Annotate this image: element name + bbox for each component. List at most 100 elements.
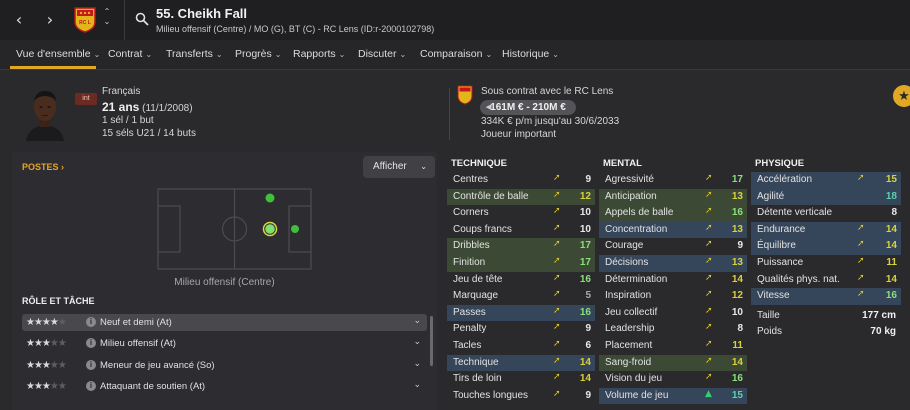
- trend-arrow-icon: ➚: [553, 173, 561, 183]
- physique-title: PHYSIQUE: [755, 158, 805, 169]
- tab-label: Comparaison: [420, 48, 483, 60]
- height-value: 177 cm: [862, 310, 896, 321]
- chevron-down-icon: ⌄: [145, 50, 153, 59]
- info-icon: i: [86, 381, 96, 391]
- chevron-right-icon[interactable]: ›: [42, 11, 58, 29]
- chevron-down-icon: ⌄: [338, 50, 346, 59]
- attribute-row[interactable]: Dribbles ➚ 17: [447, 238, 595, 255]
- role-row[interactable]: ★★★★★ i Neuf et demi (At) ⌄: [22, 314, 427, 331]
- chevron-right-icon: ›: [61, 162, 65, 172]
- attribute-row[interactable]: Sang-froid ➚ 14: [599, 354, 747, 372]
- search-icon[interactable]: [135, 12, 149, 26]
- attribute-row[interactable]: Contrôle de balle ➚ 12: [447, 188, 595, 206]
- tab-contract[interactable]: Contrat ⌄: [108, 48, 152, 60]
- tab-reports[interactable]: Rapports ⌄: [293, 48, 345, 60]
- tab-label: Rapports: [293, 48, 336, 60]
- club-switch-arrows-icon[interactable]: ⌃ ⌄: [101, 7, 113, 33]
- star-icon[interactable]: ★: [893, 85, 910, 107]
- attribute-row[interactable]: Placement ➚ 11: [599, 338, 747, 355]
- chevron-down-icon: ⌄: [485, 50, 493, 59]
- chevron-down-icon: ⌄: [413, 359, 421, 369]
- attribute-row[interactable]: Penalty ➚ 9: [447, 321, 595, 338]
- chevron-left-icon[interactable]: ‹: [11, 11, 27, 29]
- player-avatar[interactable]: [22, 85, 68, 141]
- attribute-row[interactable]: Passes ➚ 16: [447, 304, 595, 322]
- trend-arrow-icon: ➚: [857, 222, 865, 233]
- position-pitch: [157, 188, 312, 270]
- chevron-down-icon: ⌄: [93, 50, 101, 59]
- attribute-row[interactable]: Endurance ➚ 14: [751, 221, 901, 239]
- tab-comparison[interactable]: Comparaison ⌄: [420, 48, 492, 60]
- attribute-row[interactable]: Jeu de tête ➚ 16: [447, 272, 595, 289]
- attribute-row[interactable]: Jeu collectif ➚ 10: [599, 305, 747, 322]
- attribute-row[interactable]: Finition ➚ 17: [447, 254, 595, 272]
- trend-arrow-icon: ➚: [857, 255, 865, 266]
- technique-title: TECHNIQUE: [451, 158, 507, 169]
- attribute-row[interactable]: Technique ➚ 14: [447, 354, 595, 372]
- chevron-down-icon: ⌄: [413, 337, 421, 347]
- chevron-down-icon: ⌄: [413, 380, 421, 390]
- role-row[interactable]: ★★★★★ i Milieu offensif (At) ⌄: [22, 335, 427, 352]
- role-row[interactable]: ★★★★★ i Meneur de jeu avancé (So) ⌄: [22, 357, 427, 374]
- attribute-row[interactable]: Inspiration ➚ 12: [599, 288, 747, 305]
- trend-arrow-icon: ▲: [705, 388, 712, 399]
- attribute-row[interactable]: Marquage ➚ 5: [447, 288, 595, 305]
- attribute-row[interactable]: Détente verticale 8: [751, 205, 901, 222]
- attribute-row[interactable]: Décisions ➚ 13: [599, 254, 747, 272]
- trend-arrow-icon: ➚: [705, 255, 713, 266]
- attribute-row[interactable]: Anticipation ➚ 13: [599, 188, 747, 206]
- attribute-row[interactable]: Agilité 18: [751, 188, 901, 206]
- weight-label: Poids: [757, 326, 783, 337]
- trend-arrow-icon: ➚: [705, 355, 713, 366]
- attribute-row[interactable]: Courage ➚ 9: [599, 238, 747, 255]
- attribute-row[interactable]: Agressivité ➚ 17: [599, 172, 747, 189]
- attribute-row[interactable]: Corners ➚ 10: [447, 205, 595, 222]
- role-rating-stars: ★★★★★: [26, 317, 67, 328]
- attribute-row[interactable]: Centres ➚ 9: [447, 172, 595, 189]
- show-dropdown-button[interactable]: Afficher ⌄: [363, 156, 435, 178]
- role-name: Attaquant de soutien (At): [100, 381, 206, 392]
- transfer-value[interactable]: ◀ 161M € - 210M €: [480, 100, 576, 115]
- attribute-row[interactable]: Coups francs ➚ 10: [447, 222, 595, 239]
- tab-discuss[interactable]: Discuter ⌄: [358, 48, 406, 60]
- attribute-row[interactable]: Équilibre ➚ 14: [751, 238, 901, 255]
- attribute-row[interactable]: Tacles ➚ 6: [447, 338, 595, 355]
- positions-panel: POSTES › Afficher ⌄ Milieu offensif (Cent…: [12, 152, 437, 410]
- attribute-row[interactable]: Puissance ➚ 11: [751, 255, 901, 272]
- attribute-row[interactable]: Appels de balle ➚ 16: [599, 205, 747, 222]
- trend-arrow-icon: ➚: [705, 206, 713, 217]
- trend-arrow-icon: ➚: [553, 289, 561, 300]
- height-label: Taille: [757, 310, 780, 321]
- attribute-row[interactable]: Vitesse ➚ 16: [751, 288, 901, 305]
- role-row[interactable]: ★★★★★ i Attaquant de soutien (At) ⌄: [22, 378, 427, 395]
- trend-arrow-icon: ➚: [553, 222, 561, 233]
- attribute-row[interactable]: Détermination ➚ 14: [599, 272, 747, 289]
- club-crest-icon[interactable]: RC L: [74, 7, 96, 33]
- chevron-down-icon: ⌄: [274, 50, 282, 59]
- player-search-area: 55. Cheikh Fall Milieu offensif (Centre)…: [124, 0, 910, 40]
- roles-scrollbar[interactable]: [430, 316, 433, 366]
- tab-label: Vue d'ensemble: [16, 48, 91, 60]
- attribute-row[interactable]: Tirs de loin ➚ 14: [447, 371, 595, 388]
- trend-arrow-icon: ➚: [705, 322, 713, 333]
- attribute-row[interactable]: Touches longues ➚ 9: [447, 388, 595, 405]
- club-crest-text: RC L: [79, 20, 91, 26]
- attribute-row[interactable]: Accélération ➚ 15: [751, 172, 901, 189]
- tab-overview[interactable]: Vue d'ensemble ⌄: [16, 48, 100, 60]
- tab-transfers[interactable]: Transferts ⌄: [166, 48, 223, 60]
- chevron-down-icon: ⌄: [420, 162, 427, 171]
- tab-history[interactable]: Historique ⌄: [502, 48, 559, 60]
- attribute-row[interactable]: Concentration ➚ 13: [599, 221, 747, 239]
- attribute-row[interactable]: Volume de jeu ▲ 15: [599, 387, 747, 405]
- attribute-row[interactable]: Leadership ➚ 8: [599, 321, 747, 338]
- tab-progress[interactable]: Progrès ⌄: [235, 48, 281, 60]
- attribute-row[interactable]: Qualités phys. nat. ➚ 14: [751, 272, 901, 289]
- tab-label: Contrat: [108, 48, 143, 60]
- trend-arrow-icon: ➚: [705, 239, 713, 250]
- attribute-row[interactable]: Vision du jeu ➚ 16: [599, 371, 747, 388]
- positions-link[interactable]: POSTES ›: [22, 162, 64, 172]
- show-button-label: Afficher: [373, 161, 407, 172]
- info-icon: i: [86, 338, 96, 348]
- tab-label: Discuter: [358, 48, 397, 60]
- trend-arrow-icon: ➚: [553, 355, 561, 366]
